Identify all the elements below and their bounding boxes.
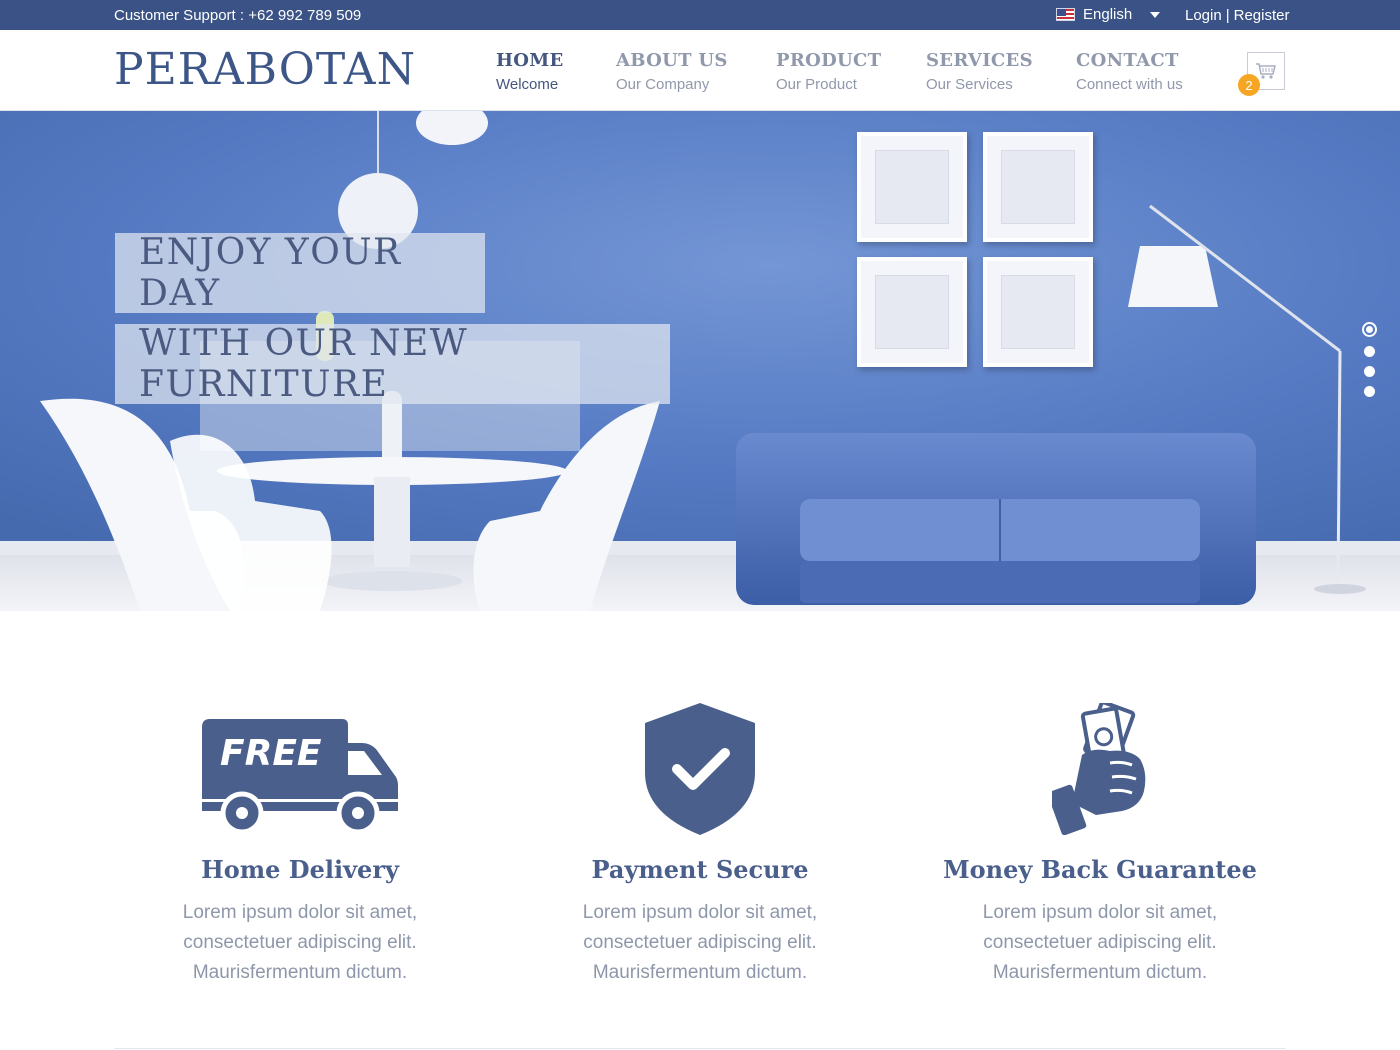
wall-frame xyxy=(857,257,967,367)
language-label: English xyxy=(1083,6,1133,23)
nav-contact-title: CONTACT xyxy=(1076,50,1179,71)
feature-description: Lorem ipsum dolor sit amet, consectetuer… xyxy=(582,902,818,983)
site-logo[interactable]: PERABOTAN xyxy=(114,48,416,92)
nav-product-subtitle: Our Product xyxy=(776,76,857,93)
nav-product[interactable]: PRODUCT Our Product xyxy=(776,50,881,93)
feature-description: Lorem ipsum dolor sit amet, consectetuer… xyxy=(182,902,418,983)
wall-frame xyxy=(983,132,1093,242)
auth-separator: | xyxy=(1225,7,1230,24)
nav-services[interactable]: SERVICES Our Services xyxy=(926,50,1033,93)
hand-money-icon xyxy=(900,700,1300,835)
slider-dot[interactable] xyxy=(1364,346,1375,357)
nav-about-subtitle: Our Company xyxy=(616,76,710,93)
slider-dot[interactable] xyxy=(1362,322,1377,337)
feature-payment-secure: Payment Secure Lorem ipsum dolor sit ame… xyxy=(500,700,900,988)
feature-title: Payment Secure xyxy=(591,855,809,884)
hero-headline-1: ENJOY YOUR DAY xyxy=(115,232,485,314)
hero-slider: ENJOY YOUR DAY WITH OUR NEW FURNITURE xyxy=(0,111,1400,611)
slider-pagination xyxy=(1362,322,1377,397)
feature-description: Lorem ipsum dolor sit amet, consectetuer… xyxy=(982,902,1218,983)
nav-home-subtitle: Welcome xyxy=(496,76,559,93)
nav-contact-subtitle: Connect with us xyxy=(1076,76,1183,93)
feature-home-delivery: FREE Home Delivery Lorem ipsum dolor sit… xyxy=(100,700,500,988)
auth-links: Login | Register xyxy=(1185,7,1289,24)
cart-icon xyxy=(1256,63,1276,79)
cart-count-badge: 2 xyxy=(1238,74,1260,96)
nav-services-title: SERVICES xyxy=(926,50,1033,71)
slider-dot[interactable] xyxy=(1364,366,1375,377)
feature-money-back: Money Back Guarantee Lorem ipsum dolor s… xyxy=(900,700,1300,988)
feature-title: Home Delivery xyxy=(201,855,399,884)
slider-dot[interactable] xyxy=(1364,386,1375,397)
free-delivery-truck-icon: FREE xyxy=(100,700,500,835)
us-flag-icon xyxy=(1056,8,1075,21)
register-link[interactable]: Register xyxy=(1234,7,1290,24)
svg-text:FREE: FREE xyxy=(220,733,322,774)
nav-about-title: ABOUT US xyxy=(616,50,728,71)
nav-home-title: HOME xyxy=(496,50,564,71)
customer-support-text: Customer Support : +62 992 789 509 xyxy=(114,7,362,24)
nav-home[interactable]: HOME Welcome xyxy=(496,50,564,93)
nav-product-title: PRODUCT xyxy=(776,50,882,71)
nav-contact[interactable]: CONTACT Connect with us xyxy=(1076,50,1183,93)
top-bar: Customer Support : +62 992 789 509 Engli… xyxy=(0,0,1400,30)
section-divider xyxy=(114,1048,1286,1049)
language-selector[interactable]: English xyxy=(1056,6,1161,23)
chevron-down-icon xyxy=(1150,11,1161,18)
wall-frame xyxy=(857,132,967,242)
feature-title: Money Back Guarantee xyxy=(943,855,1257,884)
site-header: PERABOTAN HOME Welcome ABOUT US Our Comp… xyxy=(0,30,1400,111)
nav-about-us[interactable]: ABOUT US Our Company xyxy=(616,50,728,93)
wall-frame xyxy=(983,257,1093,367)
shield-check-icon xyxy=(500,700,900,835)
hero-headline-2: WITH OUR NEW FURNITURE xyxy=(115,323,670,405)
nav-services-subtitle: Our Services xyxy=(926,76,1013,93)
login-link[interactable]: Login xyxy=(1185,7,1222,24)
